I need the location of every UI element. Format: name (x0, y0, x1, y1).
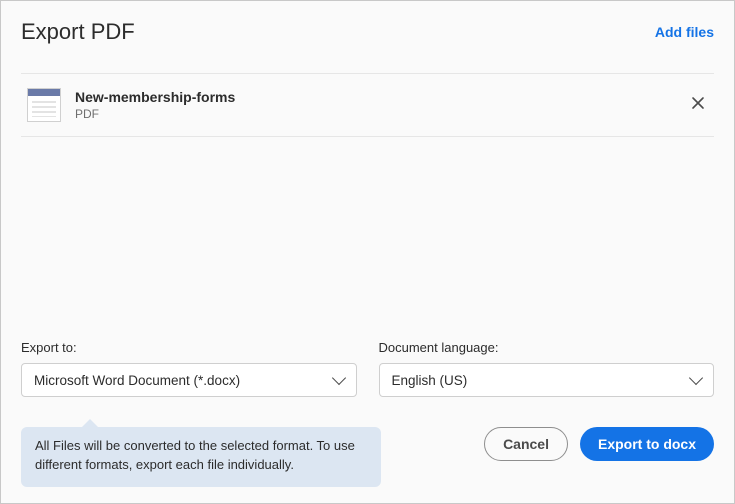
dialog-buttons: Cancel Export to docx (484, 427, 714, 461)
add-files-link[interactable]: Add files (655, 24, 714, 40)
remove-file-button[interactable] (686, 96, 710, 115)
dialog-header: Export PDF Add files (21, 19, 714, 45)
export-to-field: Export to: Microsoft Word Document (*.do… (21, 340, 357, 397)
chevron-down-icon (331, 371, 345, 385)
file-row: New-membership-forms PDF (21, 74, 714, 136)
file-name: New-membership-forms (75, 89, 686, 105)
file-info: New-membership-forms PDF (75, 89, 686, 121)
format-tooltip: All Files will be converted to the selec… (21, 427, 381, 487)
language-value: English (US) (392, 373, 468, 388)
chevron-down-icon (689, 371, 703, 385)
export-to-value: Microsoft Word Document (*.docx) (34, 373, 240, 388)
file-list: New-membership-forms PDF (21, 73, 714, 137)
language-label: Document language: (379, 340, 715, 355)
footer-row: All Files will be converted to the selec… (21, 427, 714, 487)
file-thumbnail-icon (27, 88, 61, 122)
spacer (21, 137, 714, 340)
tooltip-wrap: All Files will be converted to the selec… (21, 427, 468, 487)
export-to-select[interactable]: Microsoft Word Document (*.docx) (21, 363, 357, 397)
dialog-title: Export PDF (21, 19, 135, 45)
export-pdf-dialog: Export PDF Add files New-membership-form… (0, 0, 735, 504)
file-type: PDF (75, 107, 686, 121)
cancel-button[interactable]: Cancel (484, 427, 568, 461)
language-select[interactable]: English (US) (379, 363, 715, 397)
options-row: Export to: Microsoft Word Document (*.do… (21, 340, 714, 397)
language-field: Document language: English (US) (379, 340, 715, 397)
export-button[interactable]: Export to docx (580, 427, 714, 461)
close-icon (691, 96, 705, 110)
export-to-label: Export to: (21, 340, 357, 355)
